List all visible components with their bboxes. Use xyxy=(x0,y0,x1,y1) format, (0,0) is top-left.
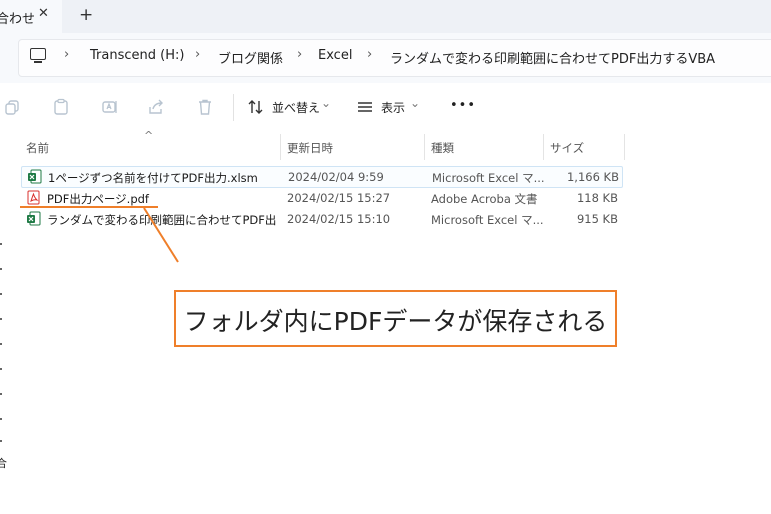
sort-icon[interactable] xyxy=(247,98,265,116)
nav-pane-dot xyxy=(0,293,2,295)
breadcrumb-folder-blog[interactable]: ブログ関係 xyxy=(218,48,283,67)
file-modified: 2024/02/15 15:27 xyxy=(287,191,391,205)
file-modified: 2024/02/04 9:59 xyxy=(288,170,384,184)
column-resize-handle[interactable] xyxy=(280,134,281,160)
breadcrumb-chevron-icon[interactable]: › xyxy=(367,47,372,62)
share-icon[interactable] xyxy=(147,98,165,116)
file-row[interactable]: PDF出力ページ.pdf 2024/02/15 15:27 Adobe Acro… xyxy=(21,188,621,208)
callout-box: フォルダ内にPDFデータが保存される xyxy=(174,290,617,347)
paste-icon[interactable] xyxy=(52,98,70,116)
file-name: 1ページずつ名前を付けてPDF出力.xlsm xyxy=(48,171,258,185)
file-row[interactable]: 1ページずつ名前を付けてPDF出力.xlsm 2024/02/04 9:59 M… xyxy=(21,166,623,188)
nav-pane-dot xyxy=(0,318,2,320)
excel-icon xyxy=(28,169,42,184)
nav-pane-item-label[interactable]: 合 xyxy=(0,455,7,471)
callout-line xyxy=(143,207,179,263)
callout-text: フォルダ内にPDFデータが保存される xyxy=(183,307,608,336)
column-resize-handle[interactable] xyxy=(424,134,425,160)
nav-pane-dot xyxy=(0,418,2,420)
nav-pane-dot xyxy=(0,440,2,442)
nav-pane-dot xyxy=(0,343,2,345)
column-header-type[interactable]: 種類 xyxy=(431,140,454,156)
file-size: 118 KB xyxy=(576,191,618,205)
breadcrumb-folder-excel[interactable]: Excel xyxy=(318,48,352,63)
sort-indicator-icon: ^ xyxy=(144,129,154,142)
column-resize-handle[interactable] xyxy=(543,134,544,160)
file-size: 915 KB xyxy=(576,212,618,226)
view-chevron-down-icon[interactable]: ⌄ xyxy=(410,96,420,110)
tab-bar: 合わせ ✕ + xyxy=(0,0,771,33)
sort-button[interactable]: 並べ替え xyxy=(272,99,320,116)
tab-current[interactable]: 合わせ ✕ xyxy=(0,0,62,33)
nav-pane-dot xyxy=(0,268,2,270)
sort-chevron-down-icon[interactable]: ⌄ xyxy=(321,96,331,110)
file-size: 1,166 KB xyxy=(566,170,619,184)
rename-icon[interactable] xyxy=(101,98,119,116)
breadcrumb-chevron-icon[interactable]: › xyxy=(297,47,302,62)
column-header-modified[interactable]: 更新日時 xyxy=(287,140,333,156)
column-resize-handle[interactable] xyxy=(624,134,625,160)
nav-pane-dot xyxy=(0,243,2,245)
column-header-name[interactable]: 名前 xyxy=(26,140,49,156)
file-type: Microsoft Excel マ... xyxy=(432,171,545,185)
command-bar: 並べ替え ⌄ 表示 ⌄ ••• xyxy=(0,83,771,131)
pdf-icon xyxy=(27,190,40,205)
breadcrumb-chevron-icon[interactable]: › xyxy=(64,47,69,62)
breadcrumb-current-folder[interactable]: ランダムで変わる印刷範囲に合わせてPDF出力するVBA xyxy=(390,48,715,67)
excel-icon xyxy=(27,211,41,226)
breadcrumb-drive[interactable]: Transcend (H:) xyxy=(90,48,184,63)
more-options-icon[interactable]: ••• xyxy=(450,98,476,113)
highlight-underline xyxy=(20,206,158,208)
file-type: Adobe Acroba 文書 xyxy=(431,192,538,206)
this-pc-icon[interactable] xyxy=(30,48,46,63)
delete-icon[interactable] xyxy=(196,98,214,116)
view-button[interactable]: 表示 xyxy=(381,99,405,116)
file-modified: 2024/02/15 15:10 xyxy=(287,212,391,226)
file-row[interactable]: ランダムで変わる印刷範囲に合わせてPDF出力... 2024/02/15 15:… xyxy=(21,209,621,229)
nav-pane-dot xyxy=(0,368,2,370)
file-type: Microsoft Excel マ... xyxy=(431,213,544,227)
file-name: PDF出力ページ.pdf xyxy=(47,192,149,206)
new-tab-button[interactable]: + xyxy=(79,5,93,25)
tab-title: 合わせ xyxy=(0,12,36,27)
view-icon[interactable] xyxy=(356,98,374,116)
column-header-row: ^ 名前 更新日時 種類 サイズ xyxy=(20,129,625,160)
copy-icon[interactable] xyxy=(3,98,21,116)
toolbar-divider xyxy=(233,94,234,121)
nav-pane-dot xyxy=(0,393,2,395)
breadcrumb-chevron-icon[interactable]: › xyxy=(195,47,200,62)
close-tab-icon[interactable]: ✕ xyxy=(38,6,49,21)
column-header-size[interactable]: サイズ xyxy=(550,140,584,156)
